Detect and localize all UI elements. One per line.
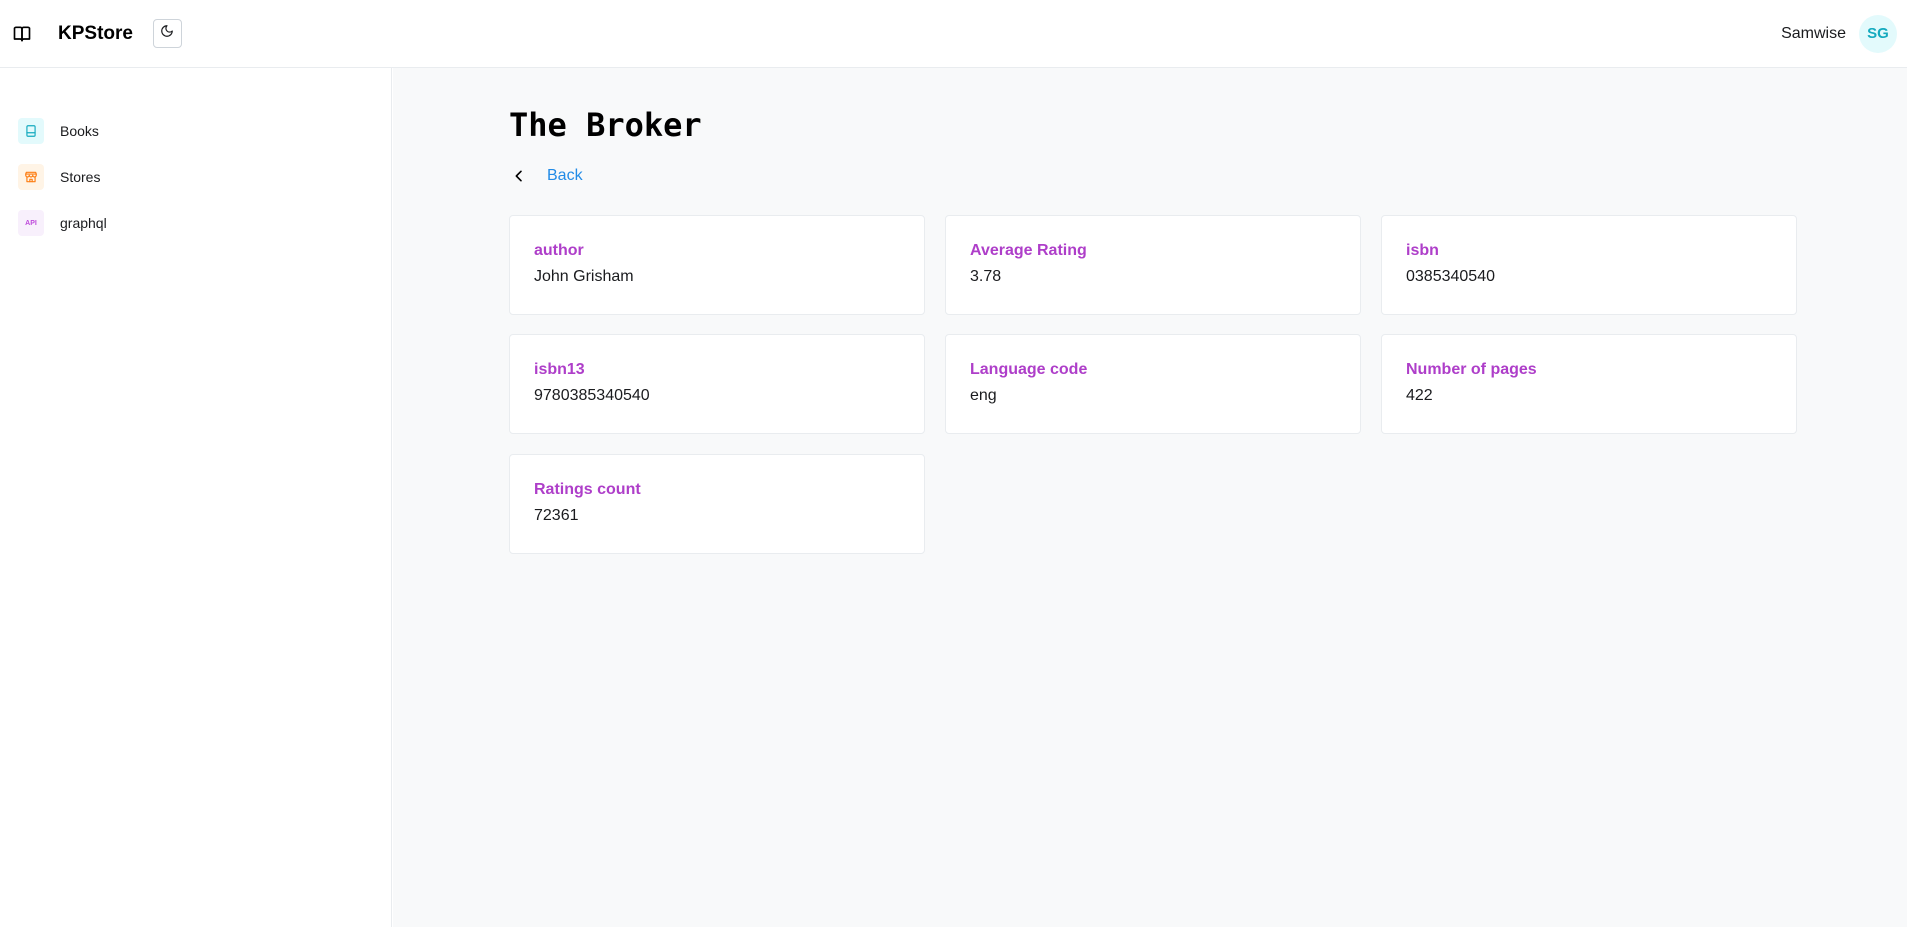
detail-card-average-rating: Average Rating 3.78: [945, 215, 1361, 315]
sidebar-item-books[interactable]: Books: [0, 108, 391, 154]
chevron-left-icon: [509, 166, 529, 186]
field-value: eng: [970, 387, 997, 404]
field-label: Number of pages: [1406, 361, 1537, 378]
field-label: author: [534, 242, 584, 259]
detail-card-isbn13: isbn13 9780385340540: [509, 334, 925, 434]
field-value: 9780385340540: [534, 387, 650, 404]
sidebar-item-graphql[interactable]: API graphql: [0, 200, 391, 246]
field-label: isbn: [1406, 242, 1439, 259]
sidebar-item-label: graphql: [60, 215, 107, 231]
field-value: John Grisham: [534, 268, 634, 285]
moon-icon: [160, 24, 174, 43]
detail-card-language-code: Language code eng: [945, 334, 1361, 434]
detail-card-ratings-count: Ratings count 72361: [509, 454, 925, 554]
field-label: Language code: [970, 361, 1088, 378]
field-label: Ratings count: [534, 481, 641, 498]
field-value: 422: [1406, 387, 1433, 404]
sidebar-item-label: Books: [60, 123, 99, 139]
app-header: KPStore Samwise SG: [0, 0, 1907, 68]
sidebar-item-stores[interactable]: Stores: [0, 154, 391, 200]
field-label: Average Rating: [970, 242, 1087, 259]
api-icon: API: [18, 210, 44, 236]
field-value: 72361: [534, 507, 579, 524]
field-value: 3.78: [970, 268, 1002, 285]
theme-toggle-button[interactable]: [152, 19, 182, 48]
back-label[interactable]: Back: [547, 167, 583, 185]
avatar[interactable]: SG: [1859, 14, 1897, 53]
detail-card-number-of-pages: Number of pages 422: [1381, 334, 1797, 434]
detail-card-author: author John Grisham: [509, 215, 925, 315]
book-open-icon[interactable]: [10, 22, 34, 46]
book-icon: [18, 118, 44, 144]
main-content: The Broker Back author John Grisham Aver…: [393, 68, 1907, 927]
app-title[interactable]: KPStore: [58, 23, 133, 45]
sidebar-item-label: Stores: [60, 169, 101, 185]
back-link[interactable]: Back: [509, 166, 583, 186]
user-menu[interactable]: Samwise SG: [1781, 14, 1897, 53]
detail-card-isbn: isbn 0385340540: [1381, 215, 1797, 315]
field-value: 0385340540: [1406, 268, 1495, 285]
page-title: The Broker: [509, 106, 702, 144]
sidebar: Books Stores API graphql: [0, 68, 392, 927]
user-name: Samwise: [1781, 24, 1846, 42]
field-label: isbn13: [534, 361, 585, 378]
store-icon: [18, 164, 44, 190]
